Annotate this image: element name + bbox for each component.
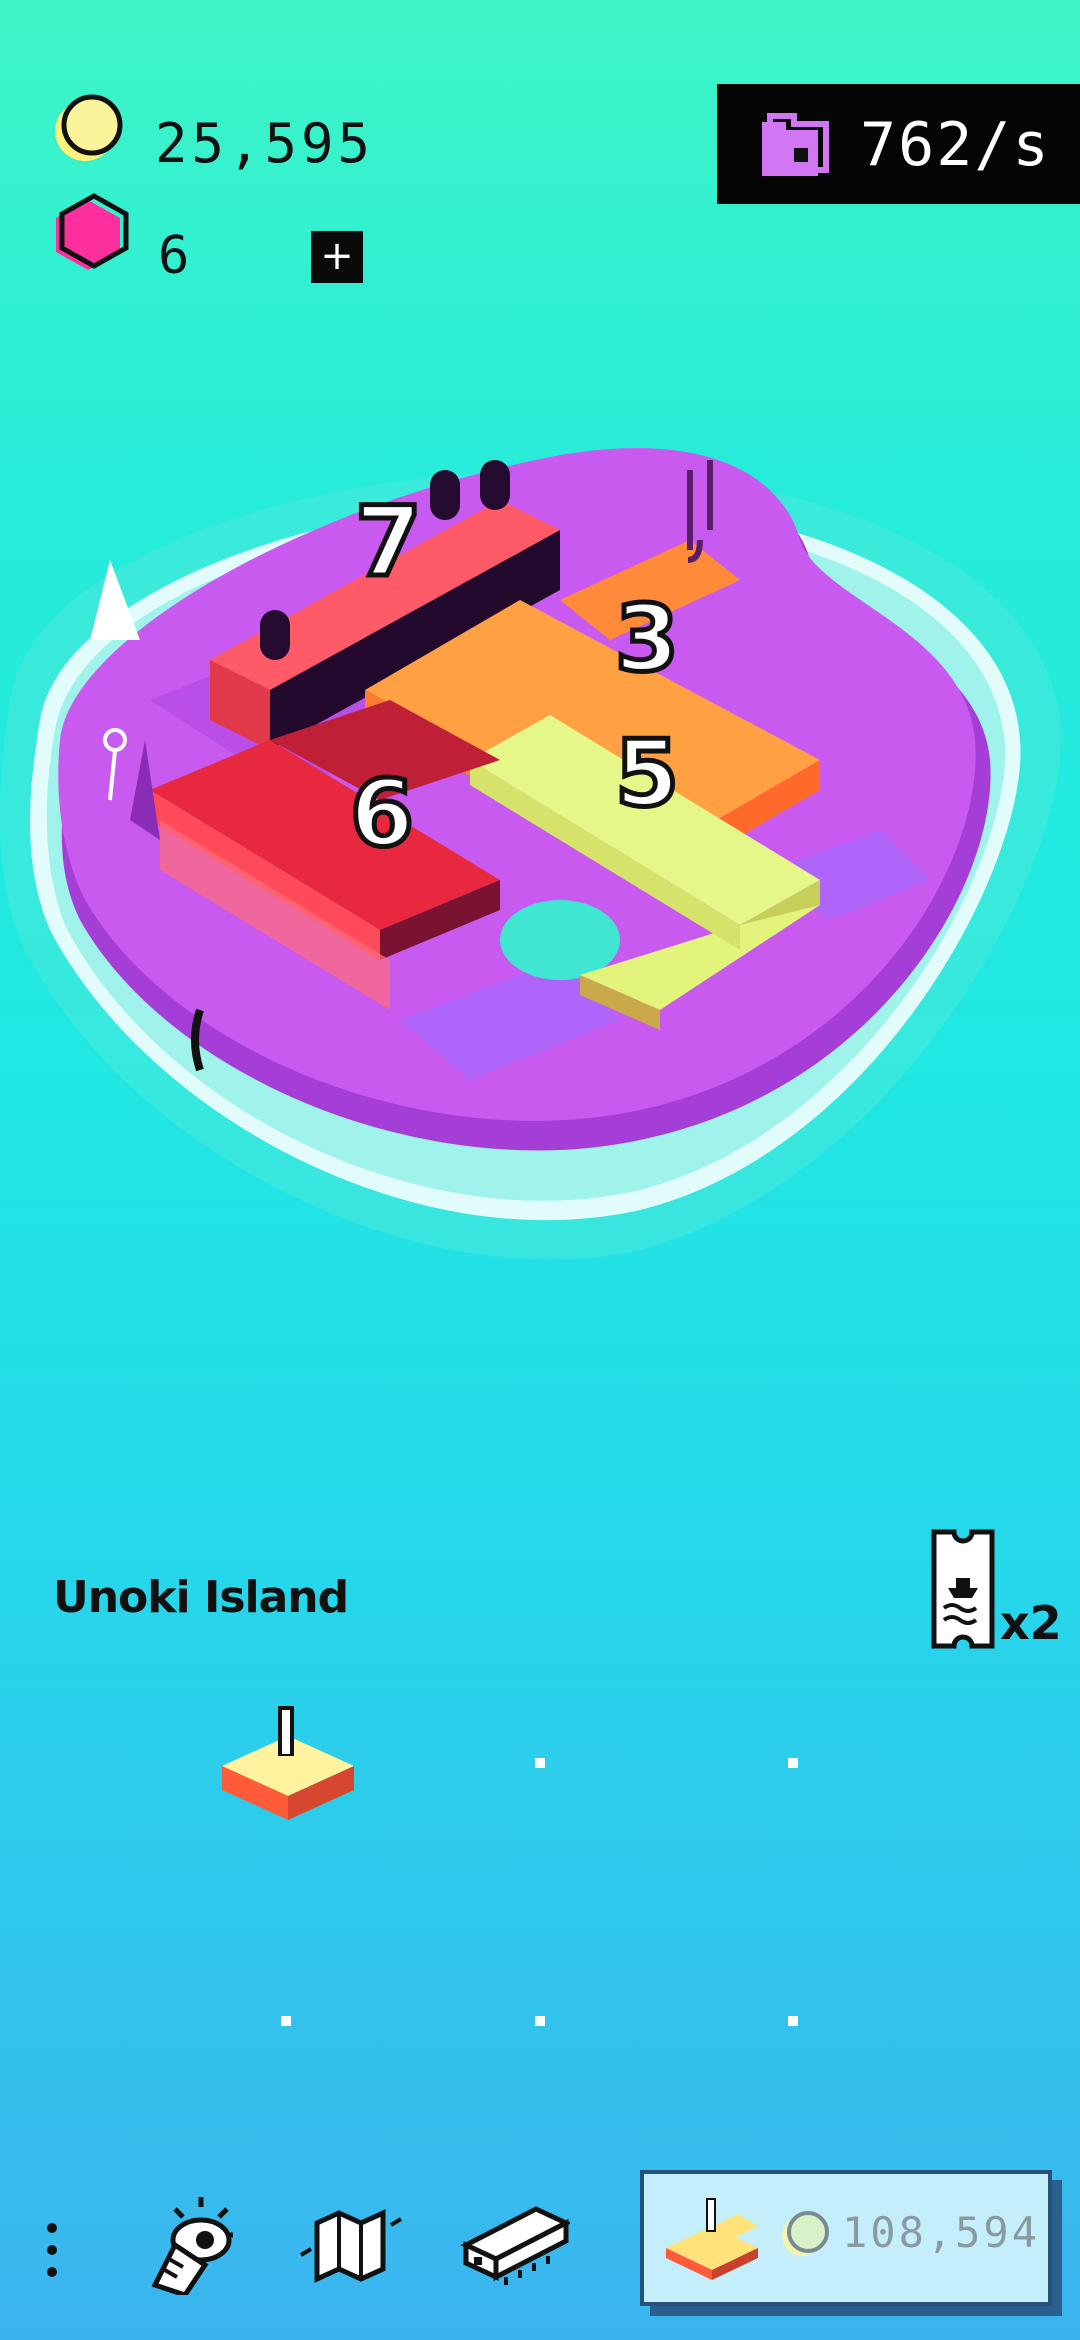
building-piece-icon	[666, 2198, 758, 2280]
gem-balance: 6	[158, 226, 190, 286]
empty-plot-marker[interactable]	[788, 1758, 798, 1768]
empty-plot-marker[interactable]	[535, 2016, 545, 2026]
map-icon[interactable]	[295, 2185, 405, 2295]
island-name: Unoki Island	[53, 1572, 349, 1623]
empty-plot-marker[interactable]	[281, 2016, 291, 2026]
lighthouse-icon[interactable]	[135, 2185, 245, 2295]
building-number-3: 3	[615, 585, 679, 692]
coin-icon	[782, 2211, 829, 2256]
gem-icon	[56, 193, 129, 270]
train-car-icon[interactable]	[460, 2185, 570, 2295]
placed-building-plot[interactable]	[218, 1700, 358, 1830]
building-number-7: 7	[355, 486, 422, 598]
building-number-5: 5	[615, 720, 679, 827]
more-vertical-icon[interactable]	[40, 2220, 64, 2280]
coin-icon	[55, 94, 123, 161]
buy-building-price: 108,594	[842, 2208, 1041, 2257]
ticket-count: x2	[1000, 1596, 1062, 1650]
income-rate: 762/s	[860, 110, 1051, 180]
empty-plot-marker[interactable]	[535, 1758, 545, 1768]
empty-plot-marker[interactable]	[788, 2016, 798, 2026]
building-rate-icon	[762, 113, 829, 176]
add-gems-button[interactable]: +	[311, 231, 363, 283]
island-scene[interactable]: 7 3 6 5	[0, 420, 1080, 1420]
building-number-6: 6	[350, 760, 414, 867]
boat-ticket-icon[interactable]	[928, 1528, 998, 1650]
coin-balance: 25,595	[155, 112, 375, 175]
